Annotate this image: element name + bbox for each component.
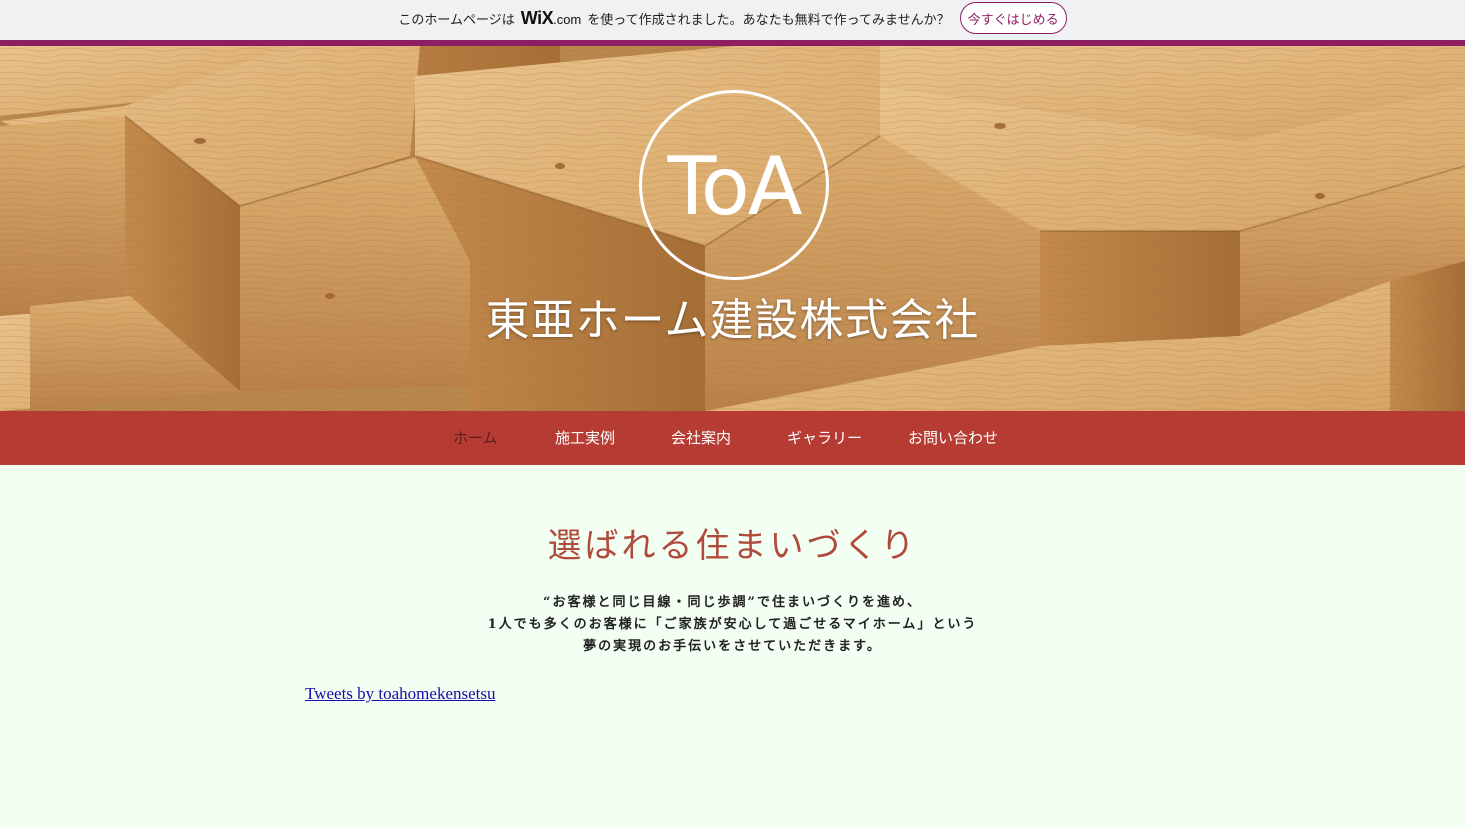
hero-banner: ToA 東亜ホーム建設株式会社 <box>0 46 1465 411</box>
tweets-by-link[interactable]: Tweets by toahomekensetsu <box>305 684 496 704</box>
nav-item-gallery[interactable]: ギャラリー <box>787 411 862 465</box>
wix-promo-content: このホームページは WiX.com を使って作成されました。あなたも無料で作って… <box>0 0 1465 36</box>
toa-logo[interactable]: ToA <box>639 90 829 280</box>
intro-line-1: “お客様と同じ目線・同じ歩調”で住まいづくりを進め、 <box>543 595 922 610</box>
main-nav: ホーム 施工実例 会社案内 ギャラリー お問い合わせ <box>0 411 1465 465</box>
wix-promo-text-before: このホームページは <box>398 12 515 28</box>
company-name: 東亜ホーム建設株式会社 <box>485 295 980 346</box>
page-root: このホームページは WiX.com を使って作成されました。あなたも無料で作って… <box>0 0 1465 828</box>
wix-promo-text-after: を使って作成されました。あなたも無料で作ってみませんか？ <box>587 12 950 28</box>
wix-promo-bar: このホームページは WiX.com を使って作成されました。あなたも無料で作って… <box>0 0 1465 46</box>
toa-logo-text: ToA <box>667 140 803 233</box>
nav-item-home[interactable]: ホーム <box>453 411 498 465</box>
intro-line-3: 夢の実現のお手伝いをさせていただきます。 <box>583 639 882 654</box>
nav-item-company[interactable]: 会社案内 <box>671 411 731 465</box>
wix-logo[interactable]: WiX.com <box>521 8 582 29</box>
nav-item-contact[interactable]: お問い合わせ <box>908 411 998 465</box>
nav-item-works[interactable]: 施工実例 <box>555 411 615 465</box>
intro-text: “お客様と同じ目線・同じ歩調”で住まいづくりを進め、 1人でも多くのお客様に「ご… <box>0 592 1465 658</box>
wix-logo-suffix: .com <box>553 11 582 27</box>
wix-logo-text: WiX <box>520 7 554 28</box>
intro-line-2: 1人でも多くのお客様に「ご家族が安心して過ごせるマイホーム」という <box>487 617 978 632</box>
wix-start-now-button[interactable]: 今すぐはじめる <box>959 2 1067 34</box>
main-heading: 選ばれる住まいづくり <box>547 526 918 566</box>
